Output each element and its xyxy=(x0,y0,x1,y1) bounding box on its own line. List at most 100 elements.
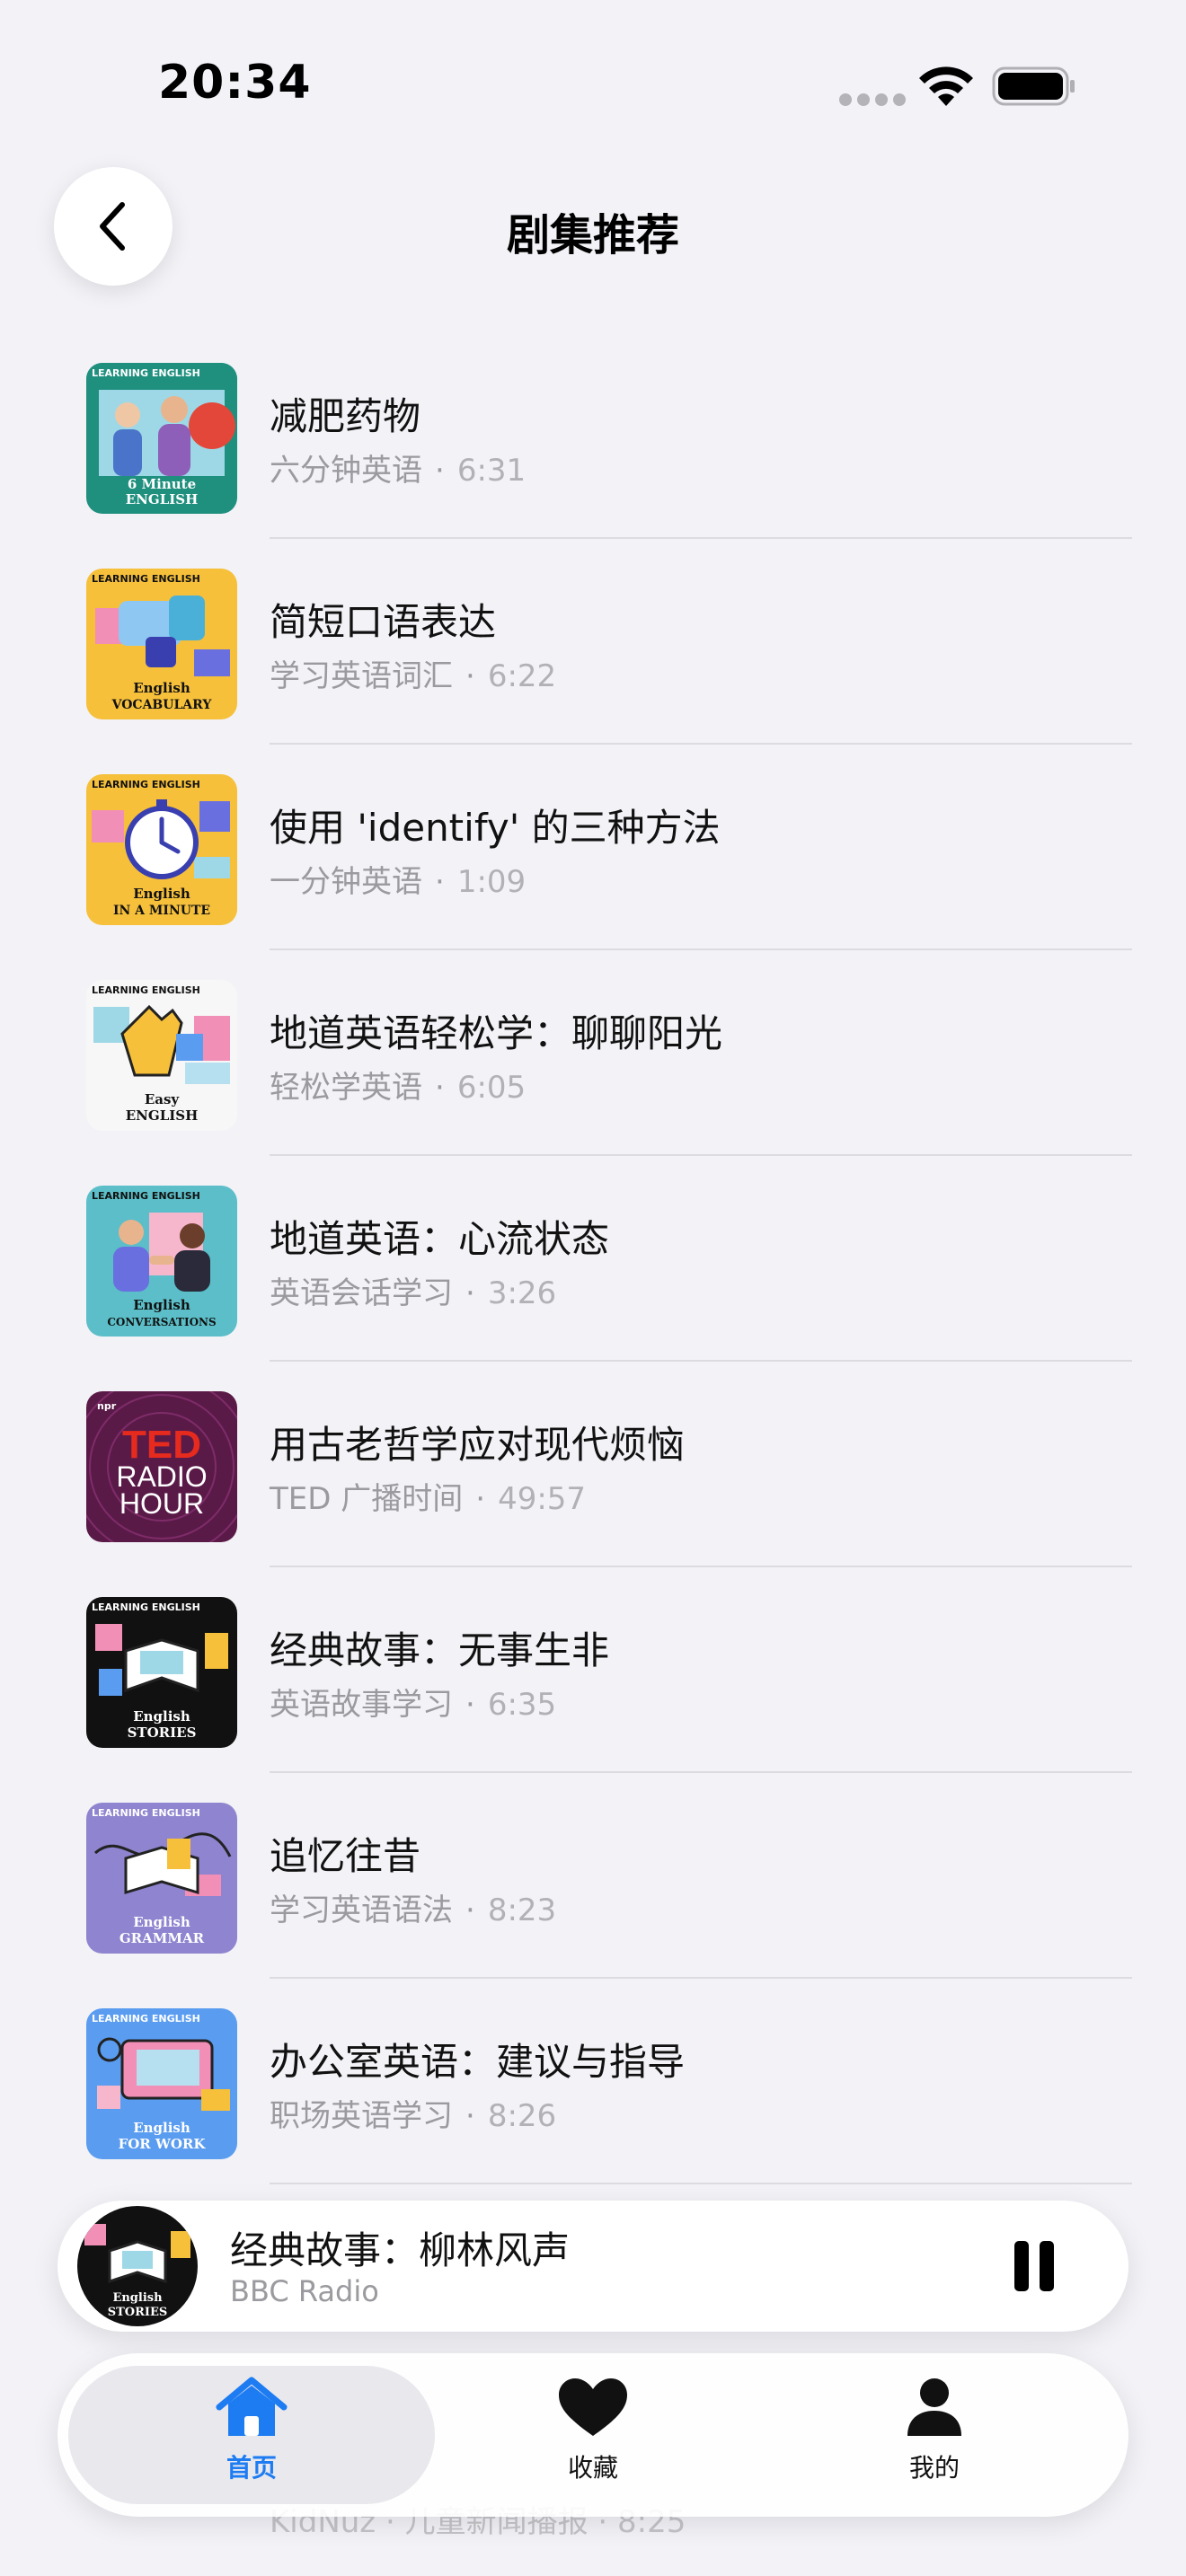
episode-duration: 8:26 xyxy=(487,2098,557,2134)
episode-meta: 轻松学英语 · 6:05 xyxy=(270,1070,527,1106)
house-icon xyxy=(216,2377,288,2436)
wifi-icon xyxy=(919,66,973,106)
status-time: 20:34 xyxy=(158,56,312,110)
episode-thumbnail: LEARNING ENGLISH Easy ENGLISH xyxy=(86,980,237,1131)
row-divider xyxy=(270,2183,1132,2184)
episode-thumbnail: LEARNING ENGLISH English STORIES xyxy=(86,1597,237,1748)
list-item[interactable]: LEARNING ENGLISH Easy ENGLISH 地道英语轻松学：聊聊… xyxy=(0,973,1186,1178)
now-playing-bar[interactable]: English STORIES 经典故事：柳林风声 BBC Radio xyxy=(58,2201,1128,2332)
cellular-signal-icon xyxy=(839,93,906,106)
thumb-label-2: IN A MINUTE xyxy=(113,904,210,918)
episode-show: 英语故事学习 xyxy=(270,1687,453,1723)
episode-title: 使用 'identify' 的三种方法 xyxy=(270,806,721,850)
pause-button[interactable] xyxy=(1003,2235,1066,2298)
episode-thumbnail: LEARNING ENGLISH English GRAMMAR xyxy=(86,1803,237,1954)
thumb-label-1: English xyxy=(133,2120,190,2136)
episode-duration: 3:26 xyxy=(487,1275,557,1311)
tab-home[interactable]: 首页 xyxy=(162,2377,341,2502)
thumb-label-1: English xyxy=(133,680,190,696)
episode-show: 六分钟英语 xyxy=(270,453,422,489)
row-divider xyxy=(270,948,1132,950)
tab-label: 收藏 xyxy=(567,2453,618,2483)
episode-title: 简短口语表达 xyxy=(270,600,497,644)
person-icon xyxy=(907,2378,961,2436)
row-divider xyxy=(270,537,1132,539)
list-item[interactable]: LEARNING ENGLISH English IN A MINUTE 使用 … xyxy=(0,767,1186,973)
tab-profile[interactable]: 我的 xyxy=(845,2377,1024,2502)
episode-title: 地道英语：心流状态 xyxy=(270,1217,610,1261)
thumb-label-1: English xyxy=(133,886,190,902)
thumb-label-1: English xyxy=(133,1708,190,1725)
row-divider xyxy=(270,743,1132,745)
list-item[interactable]: LEARNING ENGLISH English GRAMMAR 追忆往昔 学习… xyxy=(0,1795,1186,2001)
episode-duration: 6:31 xyxy=(456,453,527,489)
thumb-brand: LEARNING ENGLISH xyxy=(92,1601,200,1613)
episode-duration: 49:57 xyxy=(498,1481,587,1517)
episode-title: 办公室英语：建议与指导 xyxy=(270,2040,686,2084)
episode-thumbnail: LEARNING ENGLISH 6 Minute ENGLISH xyxy=(86,363,237,514)
thumb-label-3: HOUR xyxy=(119,1487,204,1520)
thumb-label-2: VOCABULARY xyxy=(111,698,213,712)
list-item[interactable]: LEARNING ENGLISH English VOCABULARY 简短口语… xyxy=(0,561,1186,767)
episode-meta: 学习英语词汇 · 6:22 xyxy=(270,658,557,694)
episode-title: 追忆往昔 xyxy=(270,1834,421,1878)
episode-meta: 学习英语语法 · 8:23 xyxy=(270,1892,557,1928)
episode-meta: 英语故事学习 · 6:35 xyxy=(270,1687,557,1723)
episode-show: 轻松学英语 xyxy=(270,1070,422,1106)
thumb-label-2: ENGLISH xyxy=(126,1107,199,1124)
list-item[interactable]: LEARNING ENGLISH English STORIES 经典故事：无事… xyxy=(0,1590,1186,1795)
episode-thumbnail: npr TED RADIO HOUR xyxy=(86,1391,237,1542)
thumb-brand: LEARNING ENGLISH xyxy=(92,984,200,996)
thumb-brand: npr xyxy=(97,1400,117,1412)
episode-title: 经典故事：无事生非 xyxy=(270,1628,610,1672)
episode-thumbnail: LEARNING ENGLISH English IN A MINUTE xyxy=(86,774,237,925)
thumb-label-2: GRAMMAR xyxy=(119,1930,205,1946)
tab-bar: 首页 收藏 我的 xyxy=(58,2353,1128,2517)
now-playing-subtitle: BBC Radio xyxy=(230,2274,379,2308)
thumb-label-1: Easy xyxy=(145,1091,181,1107)
episode-show: 学习英语语法 xyxy=(270,1892,453,1928)
episode-duration: 6:35 xyxy=(487,1687,557,1723)
episode-title: 用古老哲学应对现代烦恼 xyxy=(270,1423,686,1467)
thumb-label-2: FOR WORK xyxy=(119,2136,207,2152)
list-item[interactable]: LEARNING ENGLISH English FOR WORK 办公室英语：… xyxy=(0,2001,1186,2207)
episode-thumbnail: LEARNING ENGLISH English VOCABULARY xyxy=(86,569,237,719)
row-divider xyxy=(270,1566,1132,1567)
episode-title: 减肥药物 xyxy=(270,394,421,438)
episode-show: 英语会话学习 xyxy=(270,1275,453,1311)
list-item[interactable]: LEARNING ENGLISH 6 Minute ENGLISH 减肥药物 六… xyxy=(0,356,1186,561)
status-bar: 20:34 xyxy=(0,0,1186,171)
episode-list: LEARNING ENGLISH 6 Minute ENGLISH 减肥药物 六… xyxy=(0,356,1186,2207)
art-label-2: STORIES xyxy=(108,2306,168,2319)
page-title: 剧集推荐 xyxy=(506,210,679,260)
list-item[interactable]: npr TED RADIO HOUR 用古老哲学应对现代烦恼 TED 广播时间 ·… xyxy=(0,1384,1186,1590)
episode-meta: 六分钟英语 · 6:31 xyxy=(270,453,527,489)
thumb-label-1: 6 Minute xyxy=(128,476,196,492)
battery-icon xyxy=(992,66,1075,106)
pause-icon xyxy=(1014,2241,1029,2291)
tab-label: 首页 xyxy=(226,2453,277,2483)
thumb-label-1: English xyxy=(133,1297,190,1313)
episode-show: 职场英语学习 xyxy=(270,2098,453,2134)
episode-thumbnail: LEARNING ENGLISH English FOR WORK xyxy=(86,2008,237,2159)
row-divider xyxy=(270,1360,1132,1362)
row-divider xyxy=(270,1771,1132,1773)
episode-meta: 英语会话学习 · 3:26 xyxy=(270,1275,557,1311)
thumb-label-1: English xyxy=(133,1914,190,1930)
now-playing-artwork: English STORIES xyxy=(77,2206,198,2326)
thumb-label-2: STORIES xyxy=(128,1725,197,1741)
now-playing-title: 经典故事：柳林风声 xyxy=(230,2228,571,2272)
thumb-brand: LEARNING ENGLISH xyxy=(92,1807,200,1819)
thumb-brand: LEARNING ENGLISH xyxy=(92,573,200,585)
episode-show: 一分钟英语 xyxy=(270,864,422,900)
art-label-1: English xyxy=(112,2291,163,2305)
episode-duration: 6:22 xyxy=(487,658,557,694)
episode-duration: 8:23 xyxy=(487,1892,557,1928)
list-item[interactable]: LEARNING ENGLISH English CONVERSATIONS 地… xyxy=(0,1178,1186,1384)
episode-meta: 职场英语学习 · 8:26 xyxy=(270,2098,557,2134)
episode-duration: 1:09 xyxy=(456,864,527,900)
row-divider xyxy=(270,1977,1132,1979)
thumb-label-2: CONVERSATIONS xyxy=(107,1316,216,1328)
tab-favorites[interactable]: 收藏 xyxy=(503,2377,683,2502)
tab-label: 我的 xyxy=(908,2453,960,2483)
